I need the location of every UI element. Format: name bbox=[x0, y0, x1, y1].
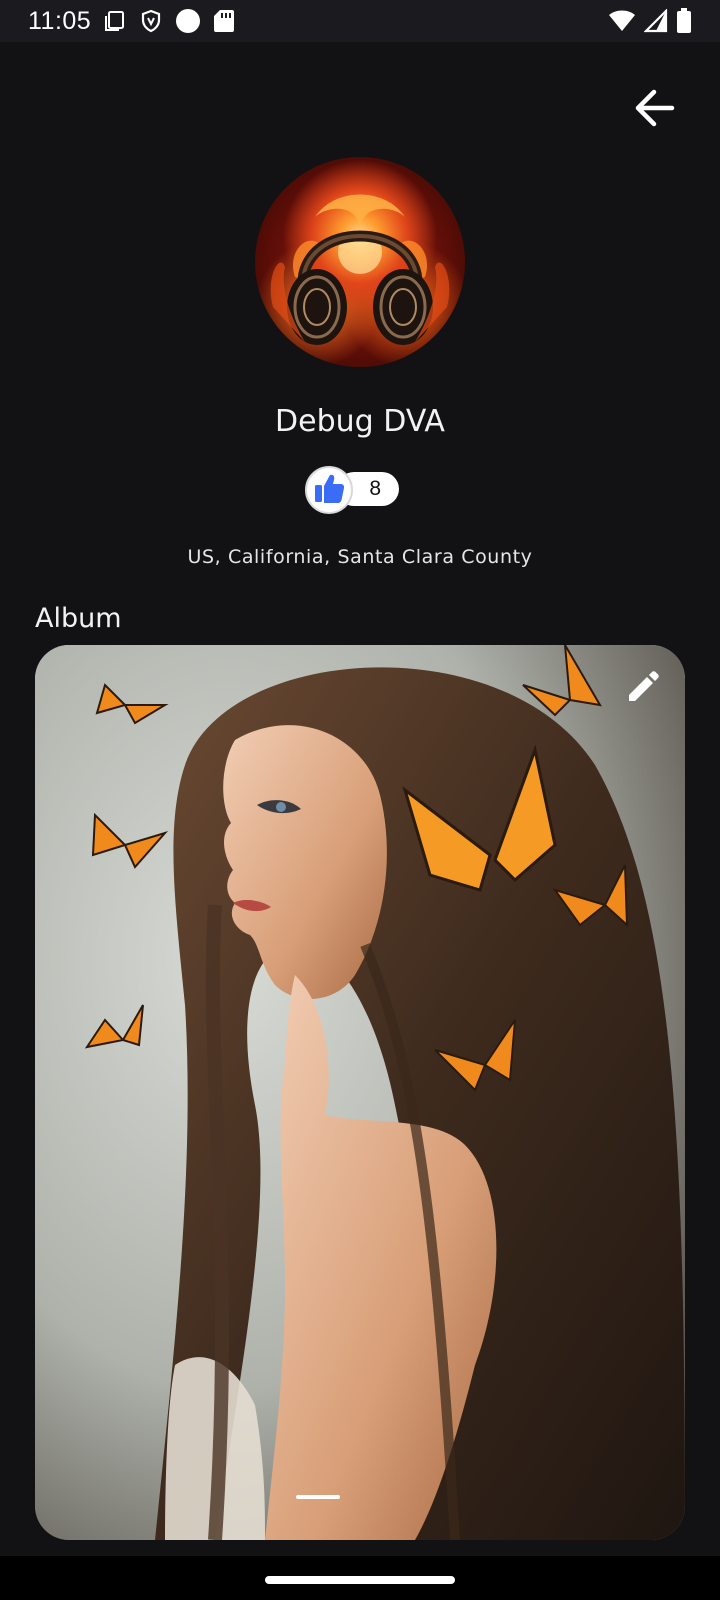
status-bar: 11:05 bbox=[0, 0, 720, 42]
like-count-text: 8 bbox=[369, 477, 381, 500]
album-title: Album bbox=[35, 603, 122, 634]
circle-icon bbox=[175, 8, 201, 34]
avatar[interactable] bbox=[255, 157, 465, 367]
woman-with-butterflies-photo bbox=[35, 645, 685, 1540]
pencil-icon bbox=[625, 669, 661, 709]
cell-signal-icon bbox=[644, 9, 668, 33]
location-text: US, California, Santa Clara County bbox=[187, 546, 533, 568]
profile-name: Debug DVA bbox=[275, 404, 445, 439]
shield-icon bbox=[139, 9, 163, 33]
like-button[interactable] bbox=[305, 466, 353, 514]
thumbs-up-icon bbox=[312, 471, 346, 509]
home-handle[interactable] bbox=[265, 1576, 455, 1584]
profile-screen: 11:05 Debug DVA 8 US, California, Santa … bbox=[0, 0, 720, 1600]
status-right bbox=[608, 8, 692, 34]
status-time: 11:05 bbox=[28, 6, 92, 35]
sd-card-icon bbox=[213, 9, 235, 33]
album-card[interactable] bbox=[35, 645, 685, 1540]
status-left: 11:05 bbox=[28, 7, 235, 36]
screen-icon bbox=[103, 9, 127, 33]
headphones-fire-avatar bbox=[270, 194, 450, 345]
battery-icon bbox=[676, 8, 692, 34]
edit-button[interactable] bbox=[619, 665, 667, 713]
page-indicator bbox=[296, 1495, 340, 1499]
back-button[interactable] bbox=[620, 82, 688, 138]
wifi-icon bbox=[608, 9, 636, 33]
arrow-back-icon bbox=[632, 86, 676, 134]
